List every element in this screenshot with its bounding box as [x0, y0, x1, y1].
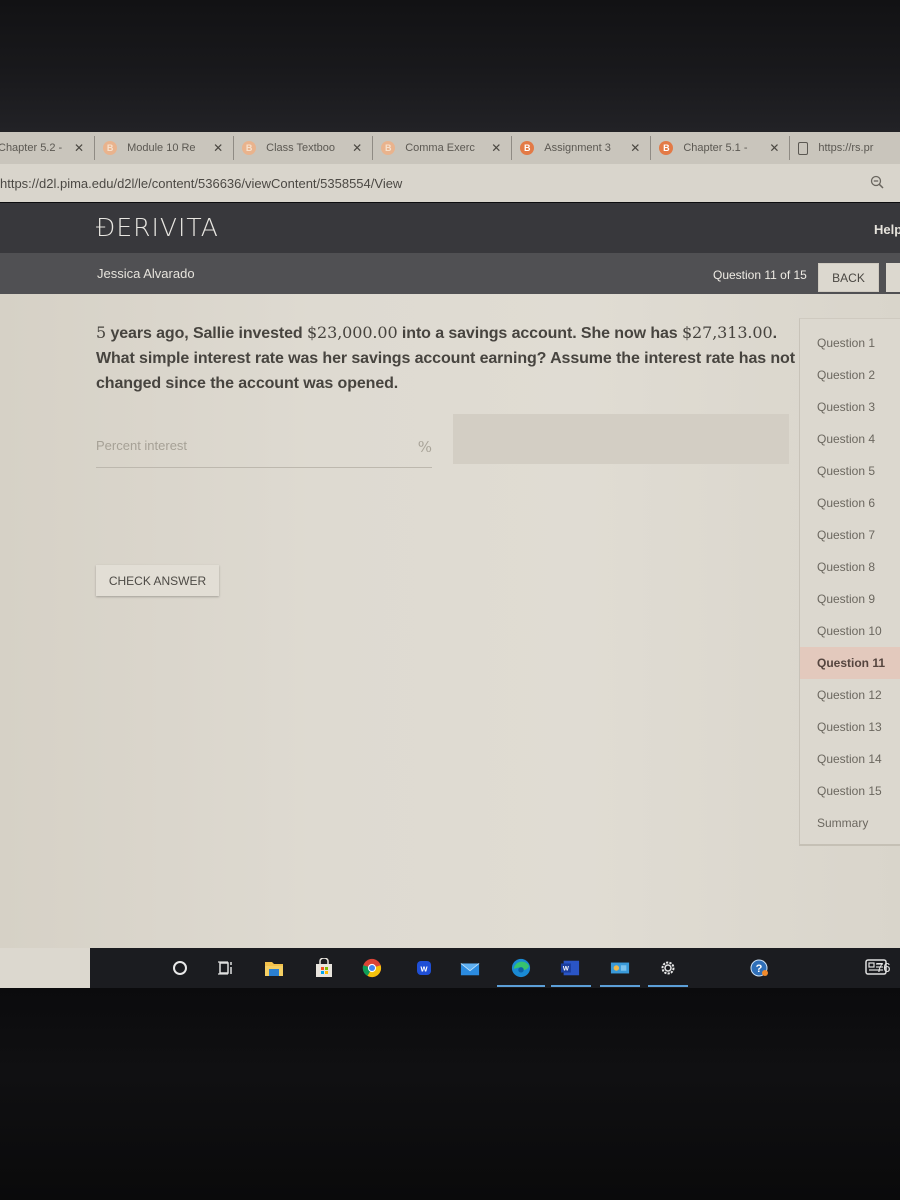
- browser-tab[interactable]: B Module 10 Re ✕: [95, 136, 235, 160]
- question-nav-item[interactable]: Question 15: [800, 775, 900, 807]
- file-explorer-icon[interactable]: [264, 958, 284, 978]
- screen-bezel-bottom: [0, 988, 900, 1200]
- tab-title: Module 10 Re: [127, 142, 196, 154]
- question-nav-item[interactable]: Question 2: [800, 359, 900, 391]
- close-tab-icon[interactable]: ✕: [491, 141, 501, 155]
- question-nav-item[interactable]: Question 8: [800, 551, 900, 583]
- browser-tab[interactable]: B Assignment 3 ✕: [512, 136, 652, 160]
- next-button[interactable]: [886, 263, 900, 292]
- question-nav-panel: Question 1 Question 2 Question 3 Question 4…: [799, 318, 900, 846]
- photos-running-indicator: [600, 985, 640, 987]
- question-content: 5 years ago, Sallie invested $23,000.00 …: [0, 294, 900, 948]
- question-math-value: 5: [96, 323, 107, 342]
- question-nav-item[interactable]: Question 7: [800, 519, 900, 551]
- back-button[interactable]: BACK: [818, 263, 879, 292]
- question-math-value: $27,313.00: [681, 323, 773, 342]
- store-icon[interactable]: [314, 958, 334, 978]
- question-text: 5 years ago, Sallie invested $23,000.00 …: [96, 320, 796, 396]
- tab-title: Chapter 5.2 -: [0, 142, 63, 154]
- word-running-indicator: [551, 985, 591, 987]
- answer-feedback-area: [453, 414, 789, 464]
- app-header: ĐERIVITA Help: [0, 203, 900, 253]
- browser-tab[interactable]: https://rs.pr: [790, 136, 898, 160]
- question-nav-item[interactable]: Question 5: [800, 455, 900, 487]
- search-icon[interactable]: [170, 958, 190, 978]
- question-text-segment: into a savings account. She now has: [397, 325, 682, 342]
- student-name: Jessica Alvarado: [97, 266, 195, 281]
- question-nav-item[interactable]: Question 3: [800, 391, 900, 423]
- svg-text:W: W: [563, 966, 569, 973]
- close-tab-icon[interactable]: ✕: [352, 141, 362, 155]
- question-nav-item[interactable]: Question 9: [800, 583, 900, 615]
- browser-tab[interactable]: Chapter 5.2 - ✕: [0, 136, 96, 160]
- screen-bezel-top: [0, 0, 900, 132]
- browser-tab[interactable]: B Comma Exerc ✕: [373, 136, 513, 160]
- browser-tab[interactable]: B Class Textboo ✕: [234, 136, 374, 160]
- tab-favicon-icon: B: [659, 141, 674, 155]
- tab-favicon-icon: B: [103, 141, 118, 155]
- w-app-icon[interactable]: w: [414, 958, 434, 978]
- tab-title: Assignment 3: [544, 142, 611, 154]
- help-link[interactable]: Help: [874, 222, 900, 237]
- photos-icon[interactable]: [610, 958, 630, 978]
- task-view-icon[interactable]: [217, 958, 237, 978]
- settings-running-indicator: [648, 985, 688, 987]
- question-nav-item[interactable]: Question 10: [800, 615, 900, 647]
- page-icon: [798, 141, 809, 155]
- word-icon[interactable]: W: [560, 958, 580, 978]
- question-nav-item[interactable]: Question 6: [800, 487, 900, 519]
- tab-title: Comma Exerc: [405, 142, 475, 154]
- edge-active-indicator: [497, 985, 545, 987]
- percent-suffix: %: [417, 438, 432, 456]
- close-tab-icon[interactable]: ✕: [74, 141, 84, 155]
- weather-temperature: 76: [876, 960, 891, 975]
- question-math-value: $23,000.00: [306, 323, 398, 342]
- svg-text:w: w: [419, 964, 428, 974]
- desktop-edge: [0, 948, 90, 988]
- derivita-logo: ĐERIVITA: [96, 213, 219, 242]
- svg-text:?: ?: [756, 963, 763, 975]
- tab-title: https://rs.pr: [818, 142, 874, 154]
- question-nav-item[interactable]: Question 12: [800, 679, 900, 711]
- address-bar[interactable]: https://d2l.pima.edu/d2l/le/content/5366…: [0, 164, 900, 202]
- close-tab-icon[interactable]: ✕: [630, 141, 640, 155]
- question-text-segment: years ago, Sallie invested: [106, 325, 307, 342]
- settings-icon[interactable]: [658, 958, 678, 978]
- question-nav-item[interactable]: Question 11: [800, 647, 900, 679]
- assignment-toolbar: Jessica Alvarado Question 11 of 15 BACK: [0, 253, 900, 294]
- browser-tab[interactable]: B Chapter 5.1 - ✕: [651, 136, 791, 160]
- url-text[interactable]: https://d2l.pima.edu/d2l/le/content/5366…: [0, 176, 402, 191]
- question-nav-item[interactable]: Question 4: [800, 423, 900, 455]
- zoom-out-icon[interactable]: [870, 175, 884, 189]
- close-tab-icon[interactable]: ✕: [213, 141, 223, 155]
- question-nav-item[interactable]: Question 14: [800, 743, 900, 775]
- browser-tab-strip: Chapter 5.2 - ✕ B Module 10 Re ✕ B Class…: [0, 132, 900, 164]
- tab-favicon-icon: B: [242, 141, 257, 155]
- edge-icon[interactable]: [511, 958, 531, 978]
- chrome-icon[interactable]: [362, 958, 382, 978]
- help-icon[interactable]: ?: [750, 958, 770, 978]
- percent-interest-input[interactable]: [96, 438, 396, 453]
- check-answer-button[interactable]: CHECK ANSWER: [96, 565, 219, 596]
- percent-interest-field[interactable]: %: [96, 434, 432, 468]
- question-counter: Question 11 of 15: [713, 268, 807, 282]
- close-tab-icon[interactable]: ✕: [769, 141, 779, 155]
- question-nav-item[interactable]: Question 13: [800, 711, 900, 743]
- question-nav-item[interactable]: Question 1: [800, 327, 900, 359]
- tab-title: Chapter 5.1 -: [683, 142, 748, 154]
- tab-favicon-icon: B: [381, 141, 396, 155]
- question-nav-summary[interactable]: Summary: [800, 807, 900, 839]
- mail-icon[interactable]: [460, 958, 480, 978]
- tab-title: Class Textboo: [266, 142, 336, 154]
- tab-favicon-icon: B: [520, 141, 535, 155]
